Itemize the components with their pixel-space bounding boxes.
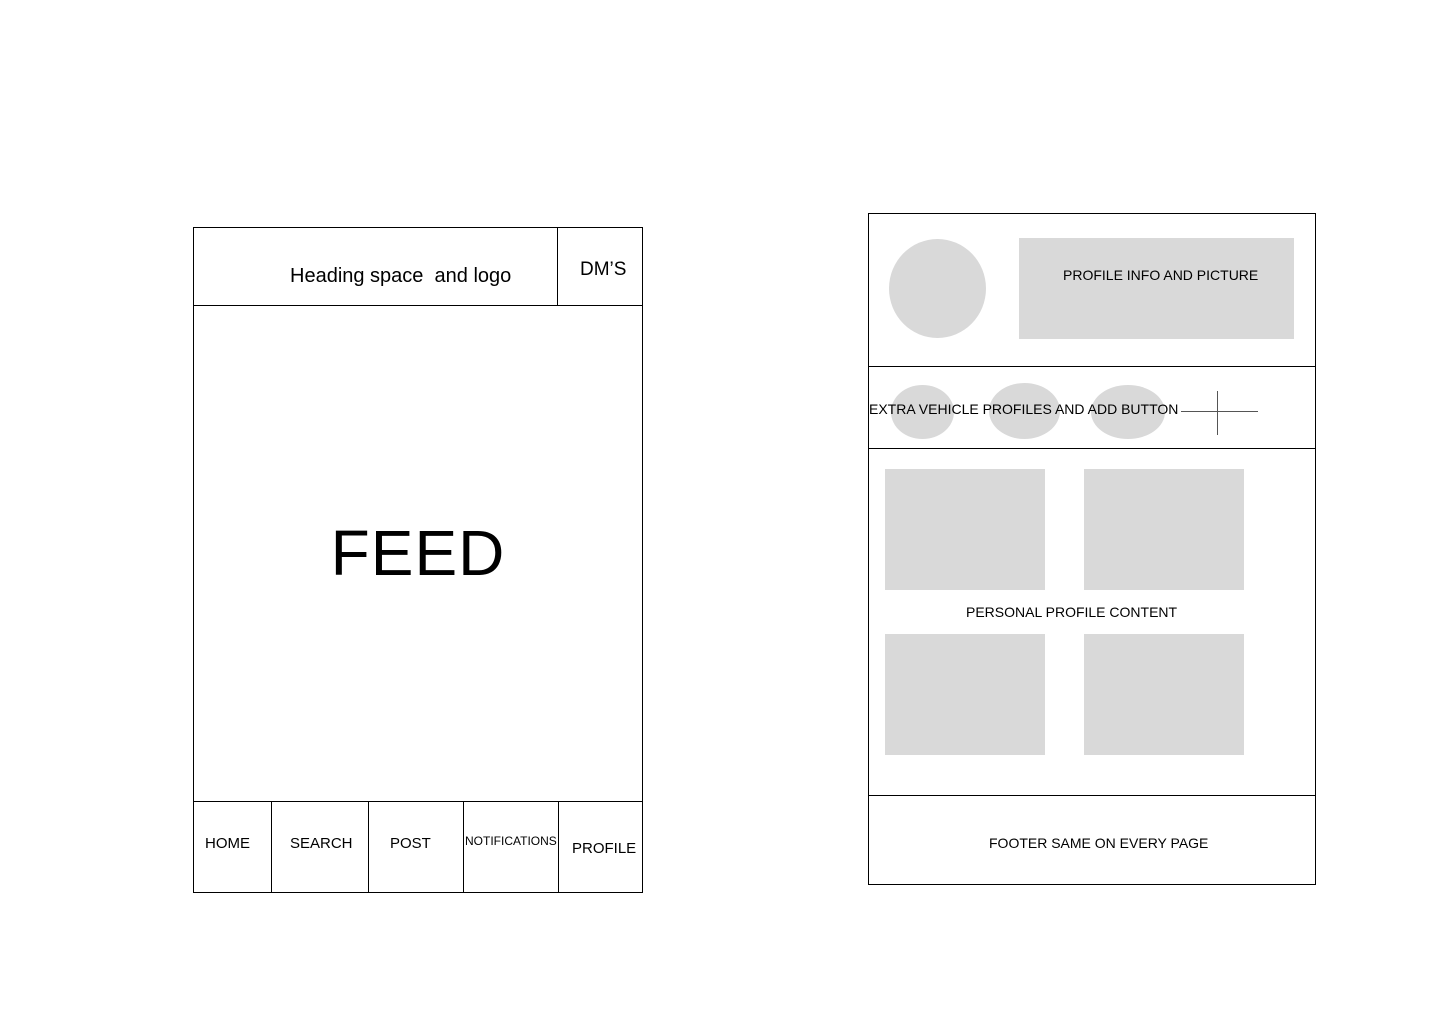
feed-area[interactable]: FEED — [194, 306, 642, 801]
nav-post-button[interactable]: POST — [369, 802, 464, 892]
nav-notifications-button[interactable]: NOTIFICATIONS — [464, 802, 559, 892]
header-title-logo: Heading space and logo — [290, 265, 512, 287]
nav-home-button[interactable]: HOME — [194, 802, 272, 892]
bottom-nav-bar: HOME SEARCH POST NOTIFICATIONS PROFILE — [194, 801, 642, 892]
wireframe-canvas: Heading space and logo DM’S FEED HOME SE… — [0, 0, 1440, 1024]
profile-info-label: PROFILE INFO AND PICTURE — [1063, 267, 1259, 283]
profile-header: PROFILE INFO AND PICTURE — [869, 214, 1315, 367]
nav-search-button[interactable]: SEARCH — [272, 802, 369, 892]
profile-avatar[interactable] — [889, 239, 986, 338]
content-tile[interactable] — [1084, 634, 1244, 755]
nav-profile-label: PROFILE — [572, 840, 637, 857]
profile-info-box: PROFILE INFO AND PICTURE — [1019, 238, 1294, 339]
vehicle-profiles-label: EXTRA VEHICLE PROFILES AND ADD BUTTON — [869, 401, 1179, 417]
add-vehicle-button[interactable] — [1181, 391, 1258, 435]
content-tile[interactable] — [1084, 469, 1244, 590]
content-tile[interactable] — [885, 634, 1045, 755]
dms-button[interactable]: DM’S — [558, 228, 642, 306]
profile-content-label: PERSONAL PROFILE CONTENT — [966, 604, 1178, 620]
nav-profile-button[interactable]: PROFILE — [559, 802, 642, 892]
nav-home-label: HOME — [205, 835, 250, 852]
content-tile[interactable] — [885, 469, 1045, 590]
feed-screen: Heading space and logo DM’S FEED HOME SE… — [193, 227, 643, 893]
plus-icon-horizontal — [1181, 411, 1258, 412]
profile-footer: FOOTER SAME ON EVERY PAGE — [869, 796, 1315, 884]
vehicle-profiles-row: EXTRA VEHICLE PROFILES AND ADD BUTTON — [869, 367, 1315, 449]
feed-header: Heading space and logo — [194, 228, 558, 306]
nav-notifications-label: NOTIFICATIONS — [465, 834, 557, 848]
dms-label: DM’S — [580, 259, 627, 280]
nav-search-label: SEARCH — [290, 835, 353, 852]
footer-label: FOOTER SAME ON EVERY PAGE — [989, 835, 1209, 851]
personal-profile-content: PERSONAL PROFILE CONTENT — [869, 449, 1315, 796]
plus-icon-vertical — [1217, 391, 1218, 435]
profile-screen: PROFILE INFO AND PICTURE EXTRA VEHICLE P… — [868, 213, 1316, 885]
nav-post-label: POST — [390, 835, 431, 852]
feed-label: FEED — [330, 517, 506, 589]
